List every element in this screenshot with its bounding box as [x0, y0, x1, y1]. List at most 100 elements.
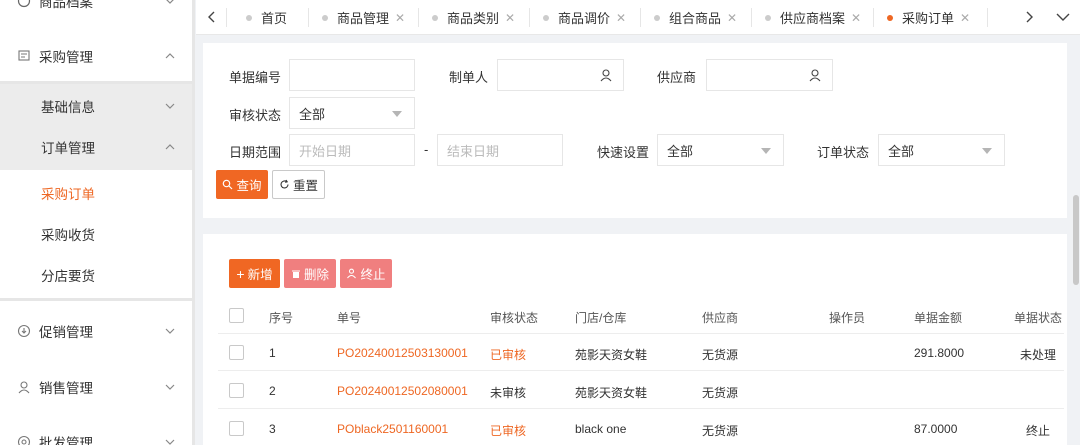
tab-label: 首页: [261, 11, 288, 26]
tab-home[interactable]: 首页: [246, 0, 287, 35]
audit-select[interactable]: 全部: [289, 97, 415, 129]
delete-button[interactable]: 删除: [284, 259, 336, 288]
tab-dot: [654, 14, 660, 21]
tab-purchase-order[interactable]: 采购订单 ✕: [887, 0, 970, 35]
sidebar-item-wholesale[interactable]: 批发管理: [0, 424, 192, 445]
cell-doc-no-link[interactable]: PO20240012503130001: [337, 346, 468, 360]
col-header-supplier: 供应商: [702, 311, 739, 325]
col-header-operator: 操作员: [829, 311, 866, 325]
cell-amount: 291.8000: [914, 346, 965, 360]
close-icon[interactable]: ✕: [395, 11, 405, 25]
sidebar-item-branch-request[interactable]: 分店要货: [0, 254, 192, 295]
col-header-audit: 审核状态: [490, 311, 539, 325]
chevron-down-icon: [165, 439, 175, 445]
sidebar-item-basic-info[interactable]: 基础信息: [0, 88, 192, 124]
tab-combo-product[interactable]: 组合商品 ✕: [654, 0, 737, 35]
divider: [529, 8, 530, 27]
chevron-up-icon: [165, 53, 175, 59]
end-date-placeholder: 结束日期: [447, 143, 500, 159]
quick-select[interactable]: 全部: [657, 134, 784, 166]
sidebar-item-label: 采购订单: [41, 186, 95, 202]
cell-status: 未处理: [1020, 348, 1057, 362]
tab-dot: [543, 14, 549, 21]
trash-icon: [291, 270, 300, 278]
sidebar-item-label: 基础信息: [41, 100, 95, 115]
sidebar-item-label: 采购收货: [41, 227, 95, 243]
reset-button[interactable]: 重置: [272, 170, 325, 199]
tab-dot: [432, 14, 438, 21]
cell-supplier: 无货源: [702, 348, 739, 362]
tab-label: 商品管理: [337, 11, 390, 26]
row-checkbox[interactable]: [229, 421, 244, 436]
select-all-checkbox[interactable]: [229, 308, 244, 323]
tab-label: 商品调价: [558, 11, 611, 26]
sidebar-item-sales[interactable]: 销售管理: [0, 369, 192, 405]
row-checkbox[interactable]: [229, 345, 244, 360]
end-date-input[interactable]: 结束日期: [437, 134, 563, 166]
chevron-down-icon: [165, 328, 175, 334]
sidebar-item-purchase-order[interactable]: 采购订单: [0, 172, 192, 213]
date-separator: -: [424, 142, 429, 157]
cell-amount: 87.0000: [914, 422, 958, 436]
add-button[interactable]: + 新增: [229, 259, 280, 288]
row-divider: [218, 333, 1064, 334]
close-icon[interactable]: ✕: [505, 11, 515, 25]
divider: [0, 298, 192, 301]
sidebar-item-promo[interactable]: 促销管理: [0, 313, 192, 349]
start-date-input[interactable]: 开始日期: [289, 134, 415, 166]
tab-price-adjust[interactable]: 商品调价 ✕: [543, 0, 626, 35]
add-button-label: 新增: [247, 268, 273, 282]
divider: [226, 8, 227, 27]
sidebar-item-purchase-receive[interactable]: 采购收货: [0, 213, 192, 254]
order-status-select[interactable]: 全部: [878, 134, 1005, 166]
close-icon[interactable]: ✕: [727, 11, 737, 25]
search-icon: [223, 179, 233, 190]
doc-no-input[interactable]: [289, 59, 415, 91]
row-divider: [218, 408, 1064, 409]
tab-dot: [887, 14, 893, 21]
chevron-down-icon[interactable]: [1055, 10, 1071, 24]
cell-doc-no-link[interactable]: POblack2501160001: [337, 422, 448, 436]
download-circle-icon: [17, 324, 31, 338]
cell-index: 3: [269, 422, 276, 436]
divider: [987, 8, 988, 27]
close-icon[interactable]: ✕: [960, 11, 970, 25]
creator-input[interactable]: [497, 59, 624, 91]
chevron-right-icon[interactable]: [1022, 10, 1036, 24]
sidebar-item-purchase[interactable]: 采购管理: [0, 38, 192, 74]
caret-down-icon: [982, 148, 992, 154]
vertical-scrollbar[interactable]: [1073, 195, 1079, 285]
tab-product-category[interactable]: 商品类别 ✕: [432, 0, 515, 35]
close-icon[interactable]: ✕: [616, 11, 626, 25]
tab-label: 商品类别: [447, 11, 500, 26]
sidebar-item-order-mgmt[interactable]: 订单管理: [0, 129, 192, 165]
divider: [308, 8, 309, 27]
row-checkbox[interactable]: [229, 383, 244, 398]
supplier-input[interactable]: [706, 59, 833, 91]
cell-store: black one: [575, 422, 627, 436]
cell-supplier: 无货源: [702, 386, 739, 400]
quick-value: 全部: [667, 143, 694, 159]
chevron-down-icon: [165, 384, 175, 390]
col-header-amount: 单据金额: [914, 311, 963, 325]
sidebar-item-label: 订单管理: [41, 141, 95, 156]
col-header-doc-no: 单号: [337, 311, 362, 325]
close-icon[interactable]: ✕: [851, 11, 861, 25]
query-button[interactable]: 查询: [216, 170, 268, 199]
cell-status: 终止: [1026, 424, 1051, 438]
cell-doc-no-link[interactable]: PO20240012502080001: [337, 384, 468, 398]
stop-button[interactable]: 终止: [340, 259, 392, 288]
cell-store: 苑影天资女鞋: [575, 348, 648, 362]
tab-supplier-archive[interactable]: 供应商档案 ✕: [765, 0, 861, 35]
query-button-label: 查询: [236, 179, 262, 193]
chevron-left-icon[interactable]: [205, 10, 219, 24]
plus-icon: +: [236, 265, 245, 282]
start-date-placeholder: 开始日期: [299, 143, 352, 159]
quick-label: 快速设置: [597, 145, 650, 160]
col-header-status: 单据状态: [1014, 311, 1063, 325]
cell-store: 苑影天资女鞋: [575, 386, 648, 400]
sidebar-item-product-archive[interactable]: 商品档案: [0, 0, 192, 12]
tab-product-mgmt[interactable]: 商品管理 ✕: [322, 0, 405, 35]
cell-audit: 未审核: [490, 386, 527, 400]
order-status-value: 全部: [888, 143, 915, 159]
